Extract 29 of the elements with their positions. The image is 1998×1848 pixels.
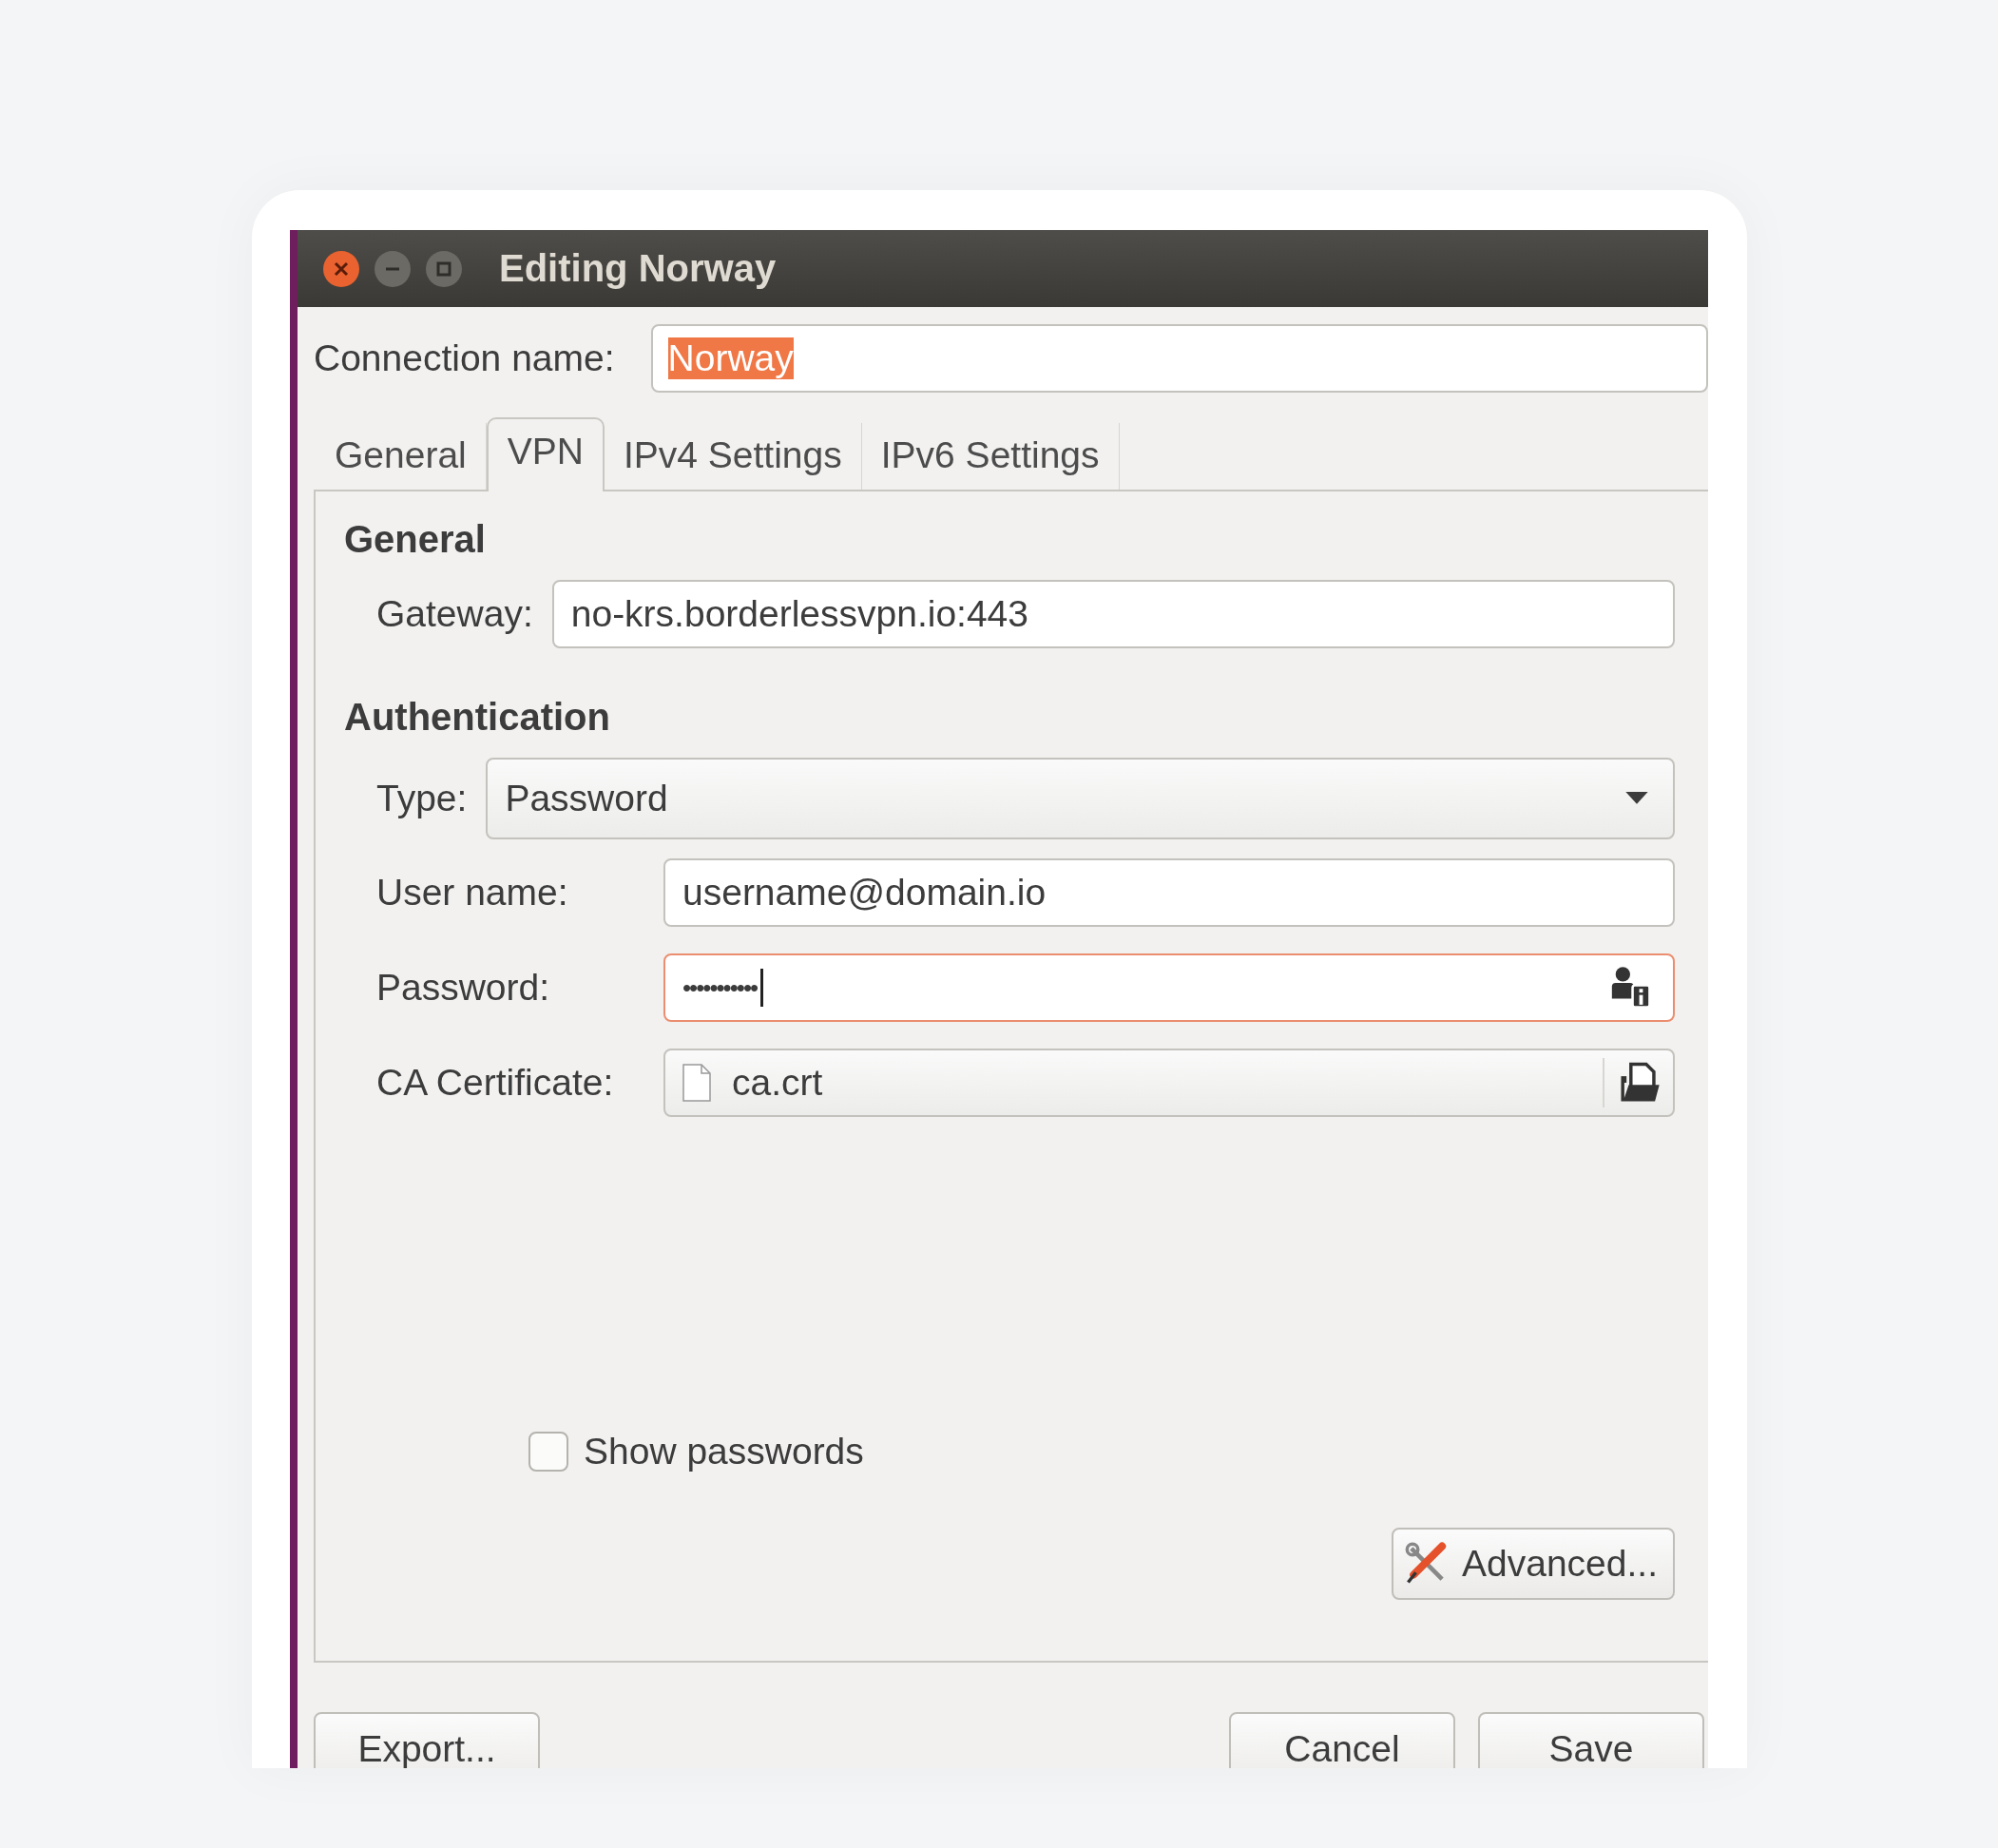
tab[interactable]: IPv4 Settings [604, 423, 862, 490]
password-field[interactable]: ••••••••••• [663, 953, 1675, 1022]
gateway-label: Gateway: [376, 593, 533, 635]
document-icon [682, 1063, 711, 1103]
caret-icon [1625, 792, 1648, 805]
gateway-field[interactable]: no-krs.borderlessvpn.io:443 [551, 580, 1675, 648]
password-label: Password: [376, 967, 551, 1009]
checkbox[interactable] [528, 1432, 568, 1472]
ca-certificate-chooser[interactable]: ca.crt [663, 1049, 1675, 1117]
user-name-field[interactable]: username@domain.io [663, 858, 1675, 927]
connection-name-label: Connection name: [314, 337, 615, 379]
tab[interactable]: IPv6 Settings [861, 423, 1120, 490]
maximize-icon[interactable] [425, 249, 463, 288]
show-passwords-label[interactable]: Show passwords [584, 1431, 864, 1473]
minimize-icon[interactable] [374, 249, 412, 288]
user-name-label: User name: [376, 872, 569, 914]
cancel-button[interactable]: Cancel [1229, 1712, 1455, 1768]
window-title: Editing Norway [499, 247, 777, 290]
close-icon[interactable] [322, 249, 360, 288]
advanced-button[interactable]: Advanced... [1392, 1528, 1675, 1600]
tab[interactable]: General [316, 423, 487, 490]
save-button[interactable]: Save [1478, 1712, 1704, 1768]
open-folder-icon[interactable] [1618, 1061, 1662, 1105]
section-heading: Authentication [344, 696, 611, 739]
type-dropdown[interactable]: Password [486, 758, 1675, 839]
ca-certificate-label: CA Certificate: [376, 1062, 615, 1104]
section-heading: General [344, 518, 487, 561]
type-label: Type: [376, 778, 468, 819]
tab[interactable]: VPN [486, 417, 605, 491]
